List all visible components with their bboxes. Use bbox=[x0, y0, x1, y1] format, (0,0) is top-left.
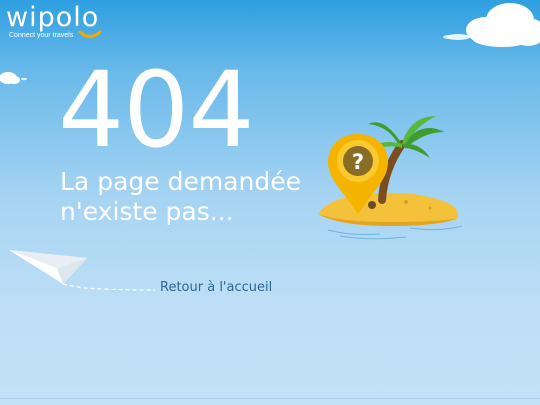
water-ripples-icon bbox=[327, 225, 463, 240]
paper-plane-icon bbox=[9, 250, 156, 291]
brand-name: wipolo bbox=[6, 2, 100, 33]
pin-question-mark: ? bbox=[352, 150, 364, 174]
brand-logo[interactable]: wipolo Connect your travels bbox=[6, 2, 102, 39]
footer-divider bbox=[0, 398, 540, 399]
island-icon bbox=[318, 192, 459, 226]
smile-icon bbox=[78, 30, 102, 38]
cloud-icon bbox=[443, 3, 540, 47]
error-message-line-1: La page demandée bbox=[60, 167, 301, 196]
cloud-icon bbox=[0, 72, 27, 84]
error-code: 404 bbox=[58, 49, 255, 171]
error-message-line-2: n'existe pas... bbox=[60, 197, 234, 226]
back-to-home-link[interactable]: Retour à l'accueil bbox=[160, 280, 272, 295]
error-message: La page demandée n'existe pas... bbox=[60, 167, 320, 227]
island-illustration: ? bbox=[318, 116, 463, 240]
